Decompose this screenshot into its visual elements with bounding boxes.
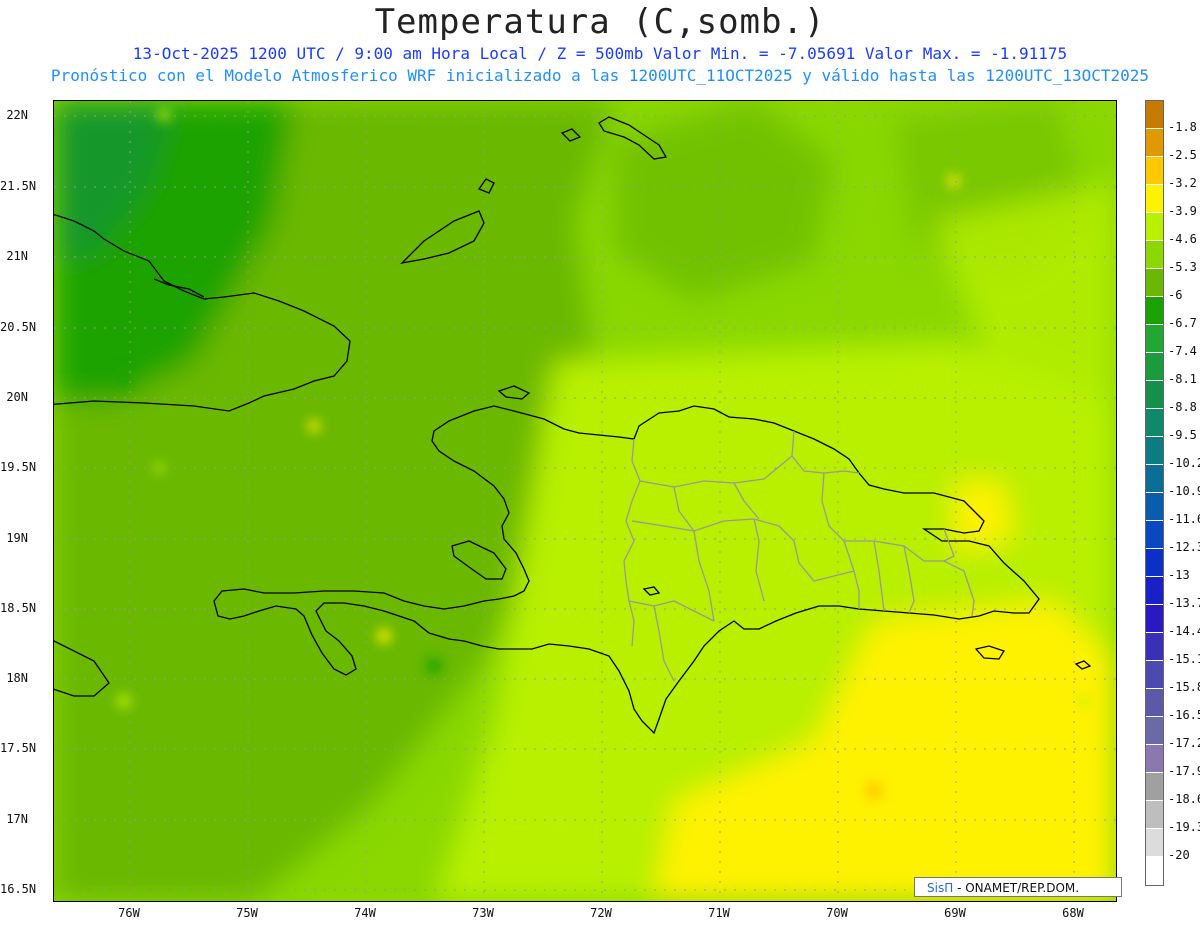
colorbar-swatch: [1146, 661, 1163, 689]
lon-tick-label: 72W: [590, 906, 612, 920]
credit-box: SisΠ - ONAMET/REP.DOM.: [914, 877, 1122, 897]
colorbar-swatch: [1146, 801, 1163, 829]
temperature-map: [53, 100, 1117, 902]
lat-tick-label: 17N: [6, 812, 28, 826]
colorbar-swatch: [1146, 269, 1163, 297]
colorbar-label: -10.2: [1168, 456, 1200, 470]
colorbar-swatch: [1146, 325, 1163, 353]
colorbar-swatch: [1146, 773, 1163, 801]
colorbar-swatch: [1146, 745, 1163, 773]
colorbar-label: -17.9: [1168, 764, 1200, 778]
lon-tick-label: 69W: [944, 906, 966, 920]
colorbar-label: -6.7: [1168, 316, 1197, 330]
lon-tick-label: 75W: [236, 906, 258, 920]
lat-tick-label: 21.5N: [0, 179, 37, 193]
subtitle-model-info: Pronóstico con el Modelo Atmosferico WRF…: [50, 66, 1150, 85]
colorbar-swatch: [1146, 437, 1163, 465]
colorbar-label: -13: [1168, 568, 1190, 582]
colorbar-label: -12.3: [1168, 540, 1200, 554]
colorbar-label: -1.8: [1168, 120, 1197, 134]
colorbar-label: -7.4: [1168, 344, 1197, 358]
colorbar-label: -17.2: [1168, 736, 1200, 750]
colorbar-label: -15.8: [1168, 680, 1200, 694]
colorbar-label: -10.9: [1168, 484, 1200, 498]
colorbar-swatch: [1146, 717, 1163, 745]
colorbar-label: -16.5: [1168, 708, 1200, 722]
colorbar-swatch: [1146, 157, 1163, 185]
lat-tick-label: 16.5N: [0, 882, 37, 896]
lat-tick-label: 17.5N: [0, 741, 37, 755]
lon-tick-label: 74W: [354, 906, 376, 920]
colorbar-label: -8.8: [1168, 400, 1197, 414]
colorbar-swatch: [1146, 297, 1163, 325]
colorbar-swatch: [1146, 549, 1163, 577]
lat-tick-label: 22N: [6, 108, 28, 122]
credit-text: - ONAMET/REP.DOM.: [957, 881, 1080, 895]
lat-tick-label: 18N: [6, 671, 28, 685]
lon-tick-label: 76W: [118, 906, 140, 920]
colorbar-label: -2.5: [1168, 148, 1197, 162]
colorbar-label: -3.2: [1168, 176, 1197, 190]
lon-tick-label: 68W: [1062, 906, 1084, 920]
colorbar-label: -3.9: [1168, 204, 1197, 218]
lat-tick-label: 20.5N: [0, 320, 37, 334]
colorbar-swatch: [1146, 857, 1163, 885]
colorbar-label: -18.6: [1168, 792, 1200, 806]
colorbar-swatch: [1146, 633, 1163, 661]
colorbar-swatch: [1146, 129, 1163, 157]
colorbar-swatch: [1146, 829, 1163, 857]
lon-tick-label: 73W: [472, 906, 494, 920]
colorbar-swatch: [1146, 521, 1163, 549]
colorbar-label: -6: [1168, 288, 1183, 302]
colorbar-swatch: [1146, 381, 1163, 409]
colorbar-swatch: [1146, 353, 1163, 381]
colorbar-swatch: [1146, 689, 1163, 717]
colorbar-label: -13.7: [1168, 596, 1200, 610]
colorbar-label: -19.3: [1168, 820, 1200, 834]
colorbar-label: -9.5: [1168, 428, 1197, 442]
colorbar-swatch: [1146, 101, 1163, 129]
colorbar-label: -11.6: [1168, 512, 1200, 526]
lat-tick-label: 18.5N: [0, 601, 37, 615]
lon-tick-label: 71W: [708, 906, 730, 920]
map-title: Temperatura (C,somb.): [374, 2, 826, 42]
colorbar-swatch: [1146, 493, 1163, 521]
lat-tick-label: 21N: [6, 249, 28, 263]
lat-tick-label: 19.5N: [0, 460, 37, 474]
colorbar-swatch: [1146, 605, 1163, 633]
lon-tick-label: 70W: [826, 906, 848, 920]
colorbar-label: -4.6: [1168, 232, 1197, 246]
colorbar-label: -14.4: [1168, 624, 1200, 638]
subtitle-valid-time: 13-Oct-2025 1200 UTC / 9:00 am Hora Loca…: [132, 44, 1068, 63]
colorbar-swatch: [1146, 577, 1163, 605]
colorbar-label: -15.1: [1168, 652, 1200, 666]
lat-tick-label: 20N: [6, 390, 28, 404]
lat-tick-label: 19N: [6, 531, 28, 545]
credit-brand: SisΠ: [927, 881, 954, 895]
colorbar-label: -20: [1168, 848, 1190, 862]
colorbar: [1145, 100, 1164, 886]
colorbar-swatch: [1146, 465, 1163, 493]
colorbar-label: -5.3: [1168, 260, 1197, 274]
colorbar-swatch: [1146, 241, 1163, 269]
colorbar-label: -8.1: [1168, 372, 1197, 386]
colorbar-swatch: [1146, 213, 1163, 241]
colorbar-swatch: [1146, 409, 1163, 437]
colorbar-swatch: [1146, 185, 1163, 213]
